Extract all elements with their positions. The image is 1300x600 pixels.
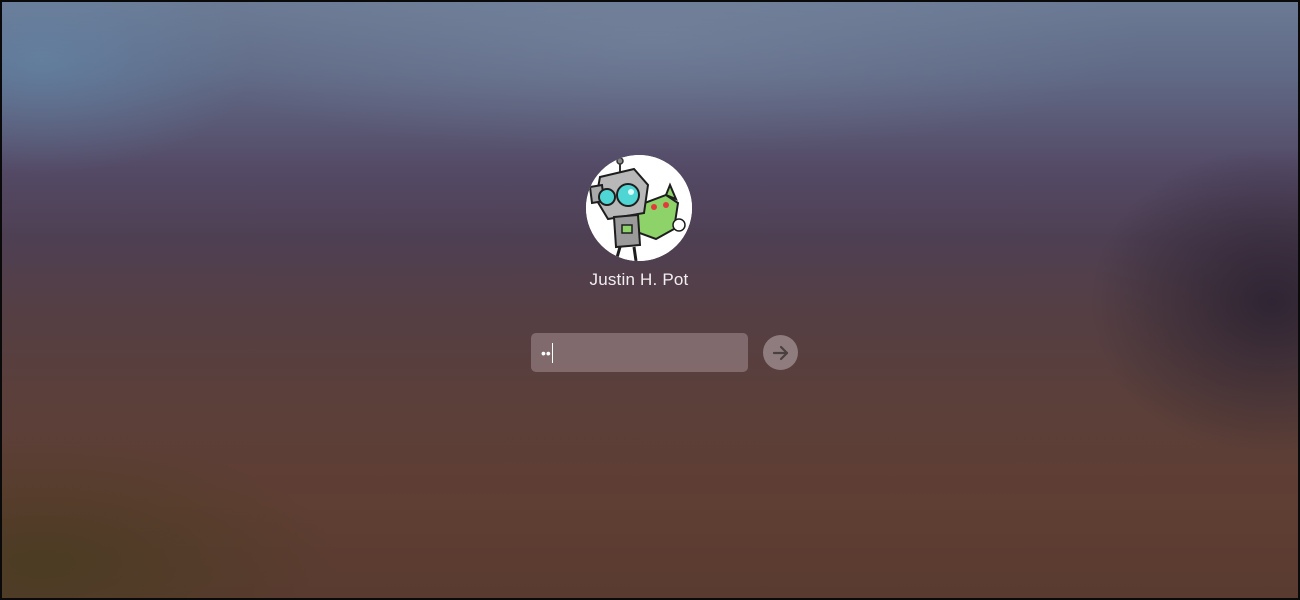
password-input[interactable]: •• <box>531 333 748 372</box>
user-name: Justin H. Pot <box>589 270 689 289</box>
password-masked-value: •• <box>541 344 551 361</box>
user-avatar[interactable] <box>586 155 692 261</box>
arrow-right-icon <box>772 345 788 360</box>
login-screen: Justin H. Pot •• <box>0 0 1300 600</box>
submit-login-button[interactable] <box>763 335 798 370</box>
robot-avatar-icon <box>586 155 692 261</box>
text-caret <box>551 342 554 363</box>
